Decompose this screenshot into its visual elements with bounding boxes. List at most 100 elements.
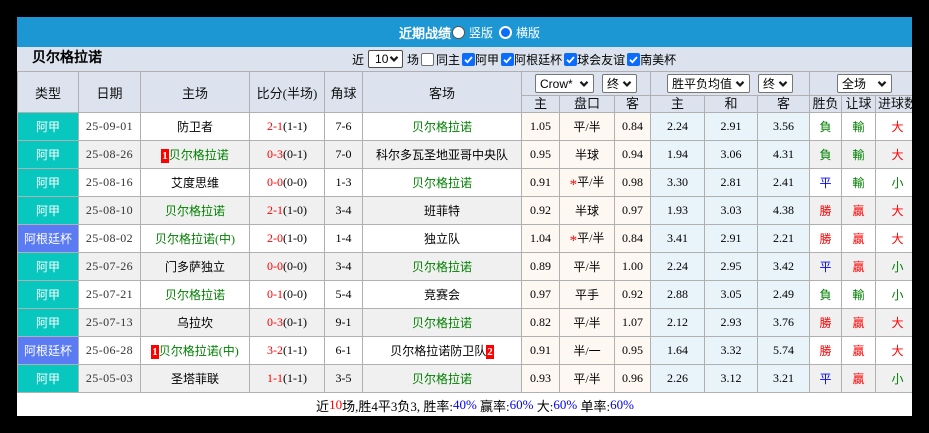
radio-horizontal[interactable] <box>499 25 512 39</box>
odds-home: 1.05 <box>521 112 560 141</box>
match-count-select[interactable]: 10 <box>368 50 404 68</box>
away-team-cell: 贝尔格拉诺 <box>362 308 522 337</box>
odds-line: *平/半 <box>559 168 615 197</box>
fulltime-score: 2-1 <box>267 119 283 133</box>
match-date: 25-06-28 <box>78 336 141 365</box>
col-header-date: 日期 <box>78 71 141 113</box>
odds-away: 1.00 <box>613 252 652 281</box>
filter-checkbox-label[interactable]: 球会友谊 <box>577 53 625 67</box>
results-table: 类型 日期 主场 比分(半场) 角球 客场 Crow* 终 胜平负均值 终 全场… <box>17 71 912 393</box>
header-group-row: 类型 日期 主场 比分(半场) 角球 客场 Crow* 终 胜平负均值 终 全场 <box>17 71 912 113</box>
result-cell: 負 <box>809 112 843 141</box>
handicap-result-cell: 贏 <box>841 196 877 225</box>
odds-away: 0.84 <box>613 224 652 253</box>
radio-vertical-label[interactable]: 竖版 <box>469 24 493 41</box>
mean-away: 4.38 <box>757 196 811 225</box>
team-name: 贝尔格拉诺 <box>411 176 472 190</box>
rank-badge: 1 <box>161 149 169 163</box>
score-cell: 0-1(0-0) <box>249 280 325 309</box>
match-row: 阿甲 25-05-03 圣塔菲联 1-1(1-1) 3-5 贝尔格拉诺 0.93 平/半 0.9… <box>17 364 912 393</box>
corner-cell: 7-6 <box>324 112 363 141</box>
mean-home: 2.88 <box>650 280 706 309</box>
mean-home: 3.30 <box>650 168 706 197</box>
subcol-odds-away: 客 <box>613 95 652 113</box>
match-row: 阿甲 25-08-26 1贝尔格拉诺 0-3(0-1) 7-0 科尔多瓦圣地亚哥中央队 0.… <box>17 140 912 169</box>
mean-home: 1.93 <box>650 196 706 225</box>
match-date: 25-08-26 <box>78 140 141 169</box>
mean-draw: 3.03 <box>704 196 759 225</box>
subcol-handicap: 让球 <box>841 95 877 113</box>
filter-checkbox-label[interactable]: 南美杯 <box>640 53 676 67</box>
odds-away: 1.07 <box>613 308 652 337</box>
filter-checkbox-checked[interactable] <box>627 53 641 66</box>
rank-badge: 1 <box>151 345 159 359</box>
subcol-mean-draw: 和 <box>704 95 759 113</box>
score-cell: 0-0(0-0) <box>249 252 325 281</box>
match-row: 阿甲 25-08-10 贝尔格拉诺 2-1(1-0) 3-4 班菲特 0.92 半球 0.97 1… <box>17 196 912 225</box>
fulltime-score: 2-0 <box>267 231 283 245</box>
subcol-mean-home: 主 <box>650 95 706 113</box>
filter-checkbox-checked[interactable] <box>501 53 515 66</box>
handicap-result-cell: 贏 <box>841 224 877 253</box>
league-type-cell: 阿甲 <box>17 140 79 169</box>
result-cell: 勝 <box>809 196 843 225</box>
col-header-corner: 角球 <box>324 71 363 113</box>
away-team-cell: 贝尔格拉诺 <box>362 252 522 281</box>
odds-time-select[interactable]: 终 <box>602 74 638 93</box>
radio-vertical[interactable] <box>451 25 465 39</box>
handicap-result-cell: 輸 <box>841 140 877 169</box>
result-cell: 勝 <box>809 336 843 365</box>
title-bar: 近期战绩 竖版 横版 <box>17 17 912 47</box>
odds-home: 1.04 <box>521 224 560 253</box>
filter-checkbox-unchecked[interactable] <box>421 53 435 66</box>
mean-type-select-value: 胜平负均值 <box>672 77 733 91</box>
chevron-down-icon <box>579 80 589 87</box>
page-title: 近期战绩 <box>398 25 451 41</box>
mean-home: 2.26 <box>650 364 706 393</box>
league-type-cell: 阿甲 <box>17 308 79 337</box>
filter-checkbox-checked[interactable] <box>462 53 476 66</box>
goals-result-cell: 小 <box>875 280 912 309</box>
result-cell: 負 <box>809 280 843 309</box>
score-cell: 0-3(0-1) <box>249 140 325 169</box>
score-cell: 1-1(1-1) <box>249 364 325 393</box>
mean-home: 3.41 <box>650 224 706 253</box>
fulltime-score: 0-0 <box>267 259 283 273</box>
col-header-type: 类型 <box>17 71 79 113</box>
footer-segment: 60% <box>509 397 534 412</box>
mean-draw: 2.91 <box>704 112 759 141</box>
filter-checkbox-label[interactable]: 阿甲 <box>475 53 499 67</box>
odds-home: 0.95 <box>521 140 560 169</box>
filter-checkbox-checked[interactable] <box>564 53 578 66</box>
odds-company-select[interactable]: Crow* <box>535 74 594 93</box>
period-select[interactable]: 全场 <box>837 74 893 93</box>
team-name: 乌拉坎 <box>176 316 213 330</box>
mean-away: 3.42 <box>757 252 811 281</box>
near-label: 近 <box>352 52 365 67</box>
odds-line: 半球 <box>559 140 615 169</box>
team-name: 贝尔格拉诺 <box>411 372 472 386</box>
corner-cell: 7-0 <box>324 140 363 169</box>
radio-horizontal-label[interactable]: 横版 <box>516 24 540 41</box>
halftime-score: (1-1) <box>283 119 307 133</box>
filter-checkbox-label[interactable]: 阿根廷杯 <box>514 53 562 67</box>
handicap-result-cell: 贏 <box>841 364 877 393</box>
footer-segment: 60% <box>610 397 634 412</box>
team-name: 防卫者 <box>176 120 213 134</box>
home-team-cell: 门多萨独立 <box>140 252 250 281</box>
odds-line: 平/半 <box>559 364 615 393</box>
odds-away: 0.92 <box>613 280 652 309</box>
league-type-cell: 阿根廷杯 <box>17 336 79 365</box>
mean-type-select[interactable]: 胜平负均值 <box>667 74 751 93</box>
mean-time-select[interactable]: 终 <box>758 74 794 93</box>
filter-checkbox-label[interactable]: 同主 <box>436 53 460 67</box>
odds-away: 0.96 <box>613 364 652 393</box>
odds-away: 0.94 <box>613 140 652 169</box>
mean-draw: 2.91 <box>704 224 759 253</box>
goals-result-cell: 大 <box>875 140 912 169</box>
mean-home: 2.12 <box>650 308 706 337</box>
odds-line: 平/半 <box>559 112 615 141</box>
odds-home: 0.93 <box>521 364 560 393</box>
corner-cell: 5-4 <box>324 280 363 309</box>
team-name: 门多萨独立 <box>164 260 225 274</box>
